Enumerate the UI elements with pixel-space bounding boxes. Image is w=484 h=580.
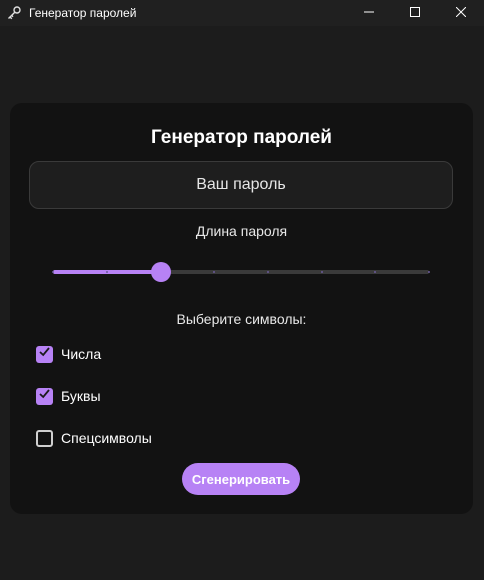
slider-thumb[interactable] [150,262,171,282]
minimize-icon [364,4,374,22]
maximize-button[interactable] [392,0,438,26]
numbers-label: Числа [61,346,102,362]
slider-tick [266,271,269,273]
option-letters[interactable]: Буквы [36,387,101,405]
generator-card: Генератор паролей Длина пароля Выберите … [10,103,473,514]
page-title: Генератор паролей [151,127,332,148]
checkmark-icon [38,345,51,363]
option-special[interactable]: Спецсимволы [36,429,152,447]
letters-label: Буквы [61,388,101,404]
length-label: Длина пароля [195,223,288,239]
checkmark-icon [38,387,51,405]
slider-tick [105,271,108,273]
special-label: Спецсимволы [61,430,152,446]
key-icon [6,5,22,21]
special-checkbox[interactable] [36,429,53,447]
slider-tick [428,271,430,273]
slider-tick [52,271,54,273]
generate-button[interactable]: Сгенерировать [182,463,300,495]
title-bar: Генератор паролей [0,0,484,26]
close-button[interactable] [438,0,484,26]
letters-checkbox[interactable] [36,387,53,405]
symbols-label: Выберите символы: [176,311,307,327]
option-numbers[interactable]: Числа [36,345,101,363]
window-title: Генератор паролей [29,6,137,20]
slider-tick [320,271,323,273]
close-icon [455,4,467,22]
password-output-field[interactable] [29,161,453,209]
minimize-button[interactable] [346,0,392,26]
numbers-checkbox[interactable] [36,345,53,363]
maximize-icon [410,4,420,22]
length-slider[interactable] [52,261,430,283]
